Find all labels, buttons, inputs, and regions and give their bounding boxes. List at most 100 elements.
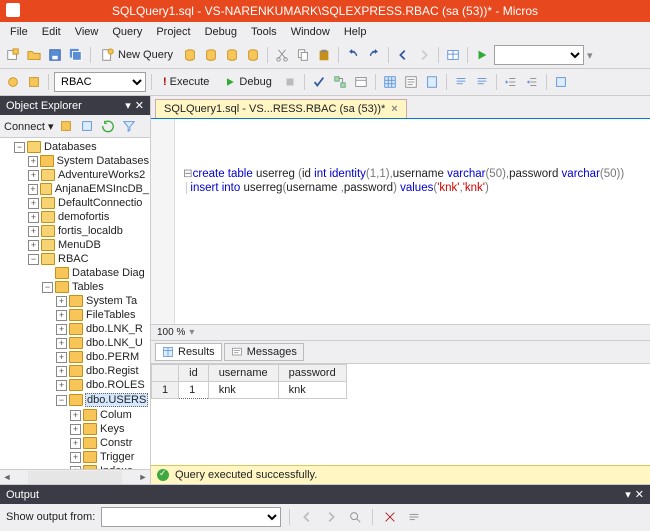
parse-icon[interactable] — [310, 73, 328, 91]
expand-icon[interactable]: + — [56, 380, 67, 391]
tool-a-icon[interactable] — [4, 73, 22, 91]
tree-node[interactable]: AnjanaEMSIncDB_ — [54, 183, 150, 195]
undo-icon[interactable] — [344, 46, 362, 64]
tool-b-icon[interactable] — [25, 73, 43, 91]
menu-file[interactable]: File — [4, 24, 34, 40]
plan-icon[interactable] — [331, 73, 349, 91]
expand-icon[interactable]: + — [28, 226, 39, 237]
tree-node[interactable]: dbo.ROLES — [85, 379, 146, 391]
col-header[interactable]: username — [208, 365, 278, 382]
tree-node[interactable]: DefaultConnectio — [57, 197, 143, 209]
tree-node-databases[interactable]: Databases — [43, 141, 98, 153]
oe-filter-icon[interactable] — [120, 117, 138, 135]
start-icon[interactable] — [473, 46, 491, 64]
comment-icon[interactable] — [452, 73, 470, 91]
execute-button[interactable]: ! Execute — [157, 74, 215, 90]
tree-node[interactable]: Database Diag — [71, 267, 146, 279]
col-header[interactable]: password — [278, 365, 346, 382]
tree-node[interactable]: AdventureWorks2 — [57, 169, 146, 181]
out-wrap-icon[interactable] — [405, 508, 423, 526]
tree-node[interactable]: fortis_localdb — [57, 225, 124, 237]
expand-icon[interactable]: − — [42, 282, 53, 293]
uncomment-icon[interactable] — [473, 73, 491, 91]
db-icon-1[interactable] — [181, 46, 199, 64]
oe-refresh-icon[interactable] — [99, 117, 117, 135]
menu-edit[interactable]: Edit — [36, 24, 67, 40]
expand-icon[interactable]: − — [56, 395, 67, 406]
expand-icon[interactable]: + — [56, 324, 67, 335]
output-source-combobox[interactable] — [101, 507, 281, 527]
save-icon[interactable] — [46, 46, 64, 64]
expand-icon[interactable]: + — [70, 438, 81, 449]
close-panel-icon[interactable]: ✕ — [135, 99, 144, 112]
grid-icon[interactable] — [381, 73, 399, 91]
tree-node[interactable]: Keys — [99, 423, 125, 435]
file-result-icon[interactable] — [423, 73, 441, 91]
out-icon-1[interactable] — [298, 508, 316, 526]
nav-back-icon[interactable] — [394, 46, 412, 64]
cut-icon[interactable] — [273, 46, 291, 64]
object-tree[interactable]: −Databases +System Databases +AdventureW… — [0, 138, 150, 469]
tree-node-rbac[interactable]: RBAC — [57, 253, 90, 265]
misc-icon[interactable] — [552, 73, 570, 91]
menu-query[interactable]: Query — [106, 24, 148, 40]
outdent-icon[interactable] — [523, 73, 541, 91]
open-file-icon[interactable] — [25, 46, 43, 64]
oe-icon-1[interactable] — [57, 117, 75, 135]
cell[interactable]: knk — [278, 382, 346, 399]
expand-icon[interactable]: + — [56, 296, 67, 307]
debug-button[interactable]: Debug — [218, 74, 277, 90]
menu-window[interactable]: Window — [285, 24, 336, 40]
tree-node[interactable]: Trigger — [99, 451, 135, 463]
tree-node[interactable]: MenuDB — [57, 239, 102, 251]
tree-node[interactable]: Constr — [99, 437, 133, 449]
pin-icon[interactable]: ▾ — [625, 488, 631, 501]
expand-icon[interactable]: + — [28, 170, 39, 181]
tree-node-users[interactable]: dbo.USERS — [85, 393, 148, 407]
tree-node[interactable]: dbo.LNK_U — [85, 337, 144, 349]
stop-icon[interactable] — [281, 73, 299, 91]
oe-icon-2[interactable] — [78, 117, 96, 135]
col-header[interactable]: id — [179, 365, 209, 382]
pin-icon[interactable]: ▾ — [125, 99, 131, 112]
cell[interactable]: knk — [208, 382, 278, 399]
tree-node[interactable]: FileTables — [85, 309, 137, 321]
expand-icon[interactable]: − — [28, 254, 39, 265]
expand-icon[interactable]: + — [70, 452, 81, 463]
zoom-level[interactable]: 100 % — [157, 327, 185, 338]
db-icon-2[interactable] — [202, 46, 220, 64]
tree-node-tables[interactable]: Tables — [71, 281, 105, 293]
results-grid[interactable]: id username password 1 1 knk knk — [151, 364, 650, 465]
db-icon-4[interactable] — [244, 46, 262, 64]
expand-icon[interactable]: + — [28, 212, 39, 223]
redo-icon[interactable] — [365, 46, 383, 64]
results-tab[interactable]: Results — [155, 343, 222, 361]
tree-node[interactable]: System Ta — [85, 295, 138, 307]
close-tab-icon[interactable]: × — [391, 103, 397, 115]
expand-icon[interactable]: − — [14, 142, 25, 153]
nav-fwd-icon[interactable] — [415, 46, 433, 64]
table-row[interactable]: 1 1 knk knk — [152, 382, 347, 399]
out-clear-icon[interactable] — [381, 508, 399, 526]
text-icon[interactable] — [402, 73, 420, 91]
tree-node[interactable]: dbo.Regist — [85, 365, 140, 377]
close-panel-icon[interactable]: ✕ — [635, 488, 644, 501]
tree-node[interactable]: dbo.PERM — [85, 351, 140, 363]
expand-icon[interactable]: + — [56, 338, 67, 349]
menu-debug[interactable]: Debug — [199, 24, 243, 40]
expand-icon[interactable]: + — [28, 156, 38, 167]
expand-icon[interactable]: + — [28, 198, 39, 209]
tree-node[interactable]: demofortis — [57, 211, 110, 223]
expand-icon[interactable]: + — [28, 184, 38, 195]
menu-project[interactable]: Project — [150, 24, 196, 40]
expand-icon[interactable]: + — [28, 240, 39, 251]
expand-icon[interactable]: + — [70, 410, 81, 421]
copy-icon[interactable] — [294, 46, 312, 64]
paste-icon[interactable] — [315, 46, 333, 64]
indent-icon[interactable] — [502, 73, 520, 91]
save-all-icon[interactable] — [67, 46, 85, 64]
start-dropdown[interactable] — [494, 45, 584, 65]
expand-icon[interactable]: + — [70, 424, 81, 435]
menu-help[interactable]: Help — [338, 24, 373, 40]
expand-icon[interactable]: + — [56, 310, 67, 321]
